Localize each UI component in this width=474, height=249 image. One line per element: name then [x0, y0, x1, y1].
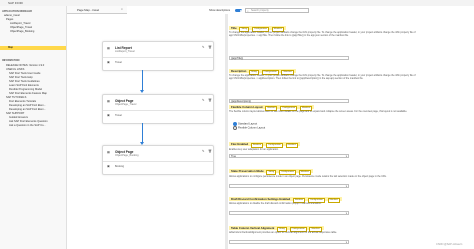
node-entity: Travel: [115, 61, 122, 64]
property-fcl-label: Flexible Column Layout Boolean Configura…: [229, 105, 315, 111]
property-description: To change the application header, in you…: [229, 31, 416, 37]
page-node-object-page-travel[interactable]: ▦ Object Page ObjectPage_Travel ✎ 🗑 ▣ Tr…: [102, 94, 214, 124]
navigation-connector: [142, 70, 143, 91]
property-description: To change the application header, in you…: [229, 74, 416, 80]
entity-icon: ▣: [107, 60, 110, 64]
entity-icon: ▣: [107, 164, 110, 168]
search-input[interactable]: ⌕ Search property: [245, 8, 309, 13]
delete-icon[interactable]: 🗑: [208, 98, 212, 102]
properties-panel: Title String Configuration Manifest To c…: [229, 14, 474, 249]
show-descriptions-toggle[interactable]: [235, 9, 242, 12]
divider: [103, 57, 213, 58]
node-subtitle: ObjectPage_Booking: [115, 154, 139, 157]
node-subtitle: ListReport_Travel: [115, 50, 135, 53]
property-description: Enables key user adaptation for an appli…: [229, 148, 279, 151]
node-subtitle: ObjectPage_Travel: [115, 103, 137, 106]
property-title-label: Title String Configuration Manifest: [229, 26, 287, 32]
sidebar-page-item[interactable]: ObjectPage_Booking: [10, 30, 34, 34]
search-icon: ⌕: [247, 9, 249, 13]
property-vertical-alignment-label: Table Column Vertical Alignment String C…: [229, 226, 324, 232]
config-badge: Configuration: [265, 143, 283, 148]
property-draft-discard-label: Draft Discard Confirmation Settings Enab…: [229, 197, 342, 203]
config-badge: Configuration: [278, 170, 296, 175]
property-description-label: Description String Configuration Manifes…: [229, 69, 296, 75]
divider: [103, 161, 213, 162]
delete-icon[interactable]: 🗑: [208, 149, 212, 153]
node-entity: Travel: [115, 114, 122, 117]
description-input[interactable]: {{appDescription}}: [229, 99, 349, 103]
property-flex-enabled-label: Flex Enabled Boolean Configuration Manif…: [229, 142, 300, 148]
property-description: tableColumnVerticalAlignment provides an…: [229, 231, 338, 234]
type-badge: Boolean: [251, 143, 264, 148]
radio-dot: [233, 126, 237, 130]
page-node-list-report[interactable]: ▦ List Report ListReport_Travel ✎ 🗑 ▣ Tr…: [102, 41, 214, 71]
sidebar-section-info[interactable]: INFORMATION: [2, 59, 19, 62]
state-preservation-select[interactable]: [229, 184, 349, 188]
navigation-connector: [142, 123, 143, 143]
search-placeholder: Search property: [251, 9, 269, 12]
info-item[interactable]: Ask a Question in the SAP Co...: [9, 124, 46, 128]
sidebar: APPLICATION MODELER adamo_travel Pages L…: [0, 6, 67, 249]
node-entity: Booking: [115, 165, 125, 168]
entity-icon: ▣: [107, 113, 110, 117]
vertical-alignment-select[interactable]: [229, 240, 349, 244]
show-descriptions-label: Show descriptions: [209, 9, 231, 12]
page-map-editor: Page Map - travel × ▦ List Report ListRe…: [67, 6, 474, 249]
manifest-badge: Manifest: [298, 170, 312, 175]
watermark: CSDN @SAP-nkGavin: [436, 243, 463, 246]
tab-label: Page Map - travel: [77, 8, 100, 12]
page-icon: ▦: [107, 46, 110, 50]
panel-splitter[interactable]: [225, 14, 228, 249]
arrow-down-icon: [140, 90, 144, 93]
page-node-object-page-booking[interactable]: ▦ Object Page ObjectPage_Booking ✎ 🗑 ▣ B…: [102, 145, 214, 175]
radio-flexible-column-layout[interactable]: Flexible Column Layout: [233, 126, 265, 130]
close-icon[interactable]: ×: [121, 7, 123, 11]
delete-icon[interactable]: 🗑: [208, 45, 212, 49]
flex-enabled-select[interactable]: True: [229, 154, 349, 158]
divider: [103, 110, 213, 111]
page-icon: ▦: [107, 150, 110, 154]
property-state-preservation-label: State Preservation Mode String Configura…: [229, 169, 314, 175]
sidebar-section-app[interactable]: APPLICATION MODELER: [2, 10, 32, 13]
title-input[interactable]: {{appTitle}}: [229, 56, 349, 60]
property-description: The flexible column layout allows users …: [229, 110, 408, 113]
edit-icon[interactable]: ✎: [202, 149, 205, 153]
type-badge: String: [266, 170, 277, 175]
page-icon: ▦: [107, 99, 110, 103]
tab-page-map[interactable]: Page Map - travel ×: [67, 6, 127, 14]
sidebar-page-item-map[interactable]: Map: [0, 46, 66, 50]
property-description: Allows applications to configure persist…: [229, 175, 387, 178]
edit-icon[interactable]: ✎: [202, 98, 205, 102]
window-title: SAP FIORI: [8, 1, 23, 5]
property-description: Allows applications to disable the draft…: [229, 202, 322, 205]
page-map-canvas: ▦ List Report ListReport_Travel ✎ 🗑 ▣ Tr…: [67, 14, 225, 249]
manifest-badge: Manifest: [285, 143, 298, 148]
draft-discard-select[interactable]: [229, 211, 349, 215]
edit-icon[interactable]: ✎: [202, 45, 205, 49]
